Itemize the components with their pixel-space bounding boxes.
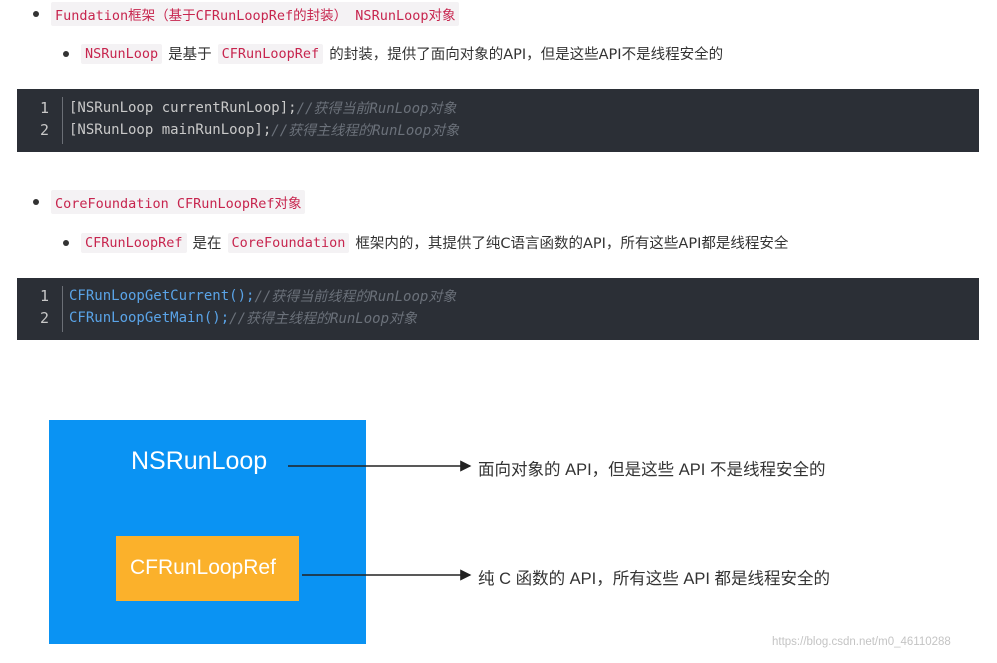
code-text: [NSRunLoop mainRunLoop]; (69, 122, 272, 138)
code-text: CFRunLoopGetMain(); (69, 310, 230, 326)
section1-heading: Fundation框架（基于CFRunLoopRef的封装） NSRunLoop… (33, 2, 460, 26)
bullet-icon (63, 239, 69, 246)
section1-heading-code: Fundation框架（基于CFRunLoopRef的封装） NSRunLoop… (51, 2, 460, 26)
code-text: [NSRunLoop currentRunLoop]; (69, 100, 297, 116)
inline-code: CoreFoundation (227, 232, 350, 253)
cfrunloopref-description: 纯 C 函数的 API，所有这些 API 都是线程安全的 (478, 570, 831, 588)
line-number: 1 (39, 99, 49, 117)
code-comment: //获得主线程的RunLoop对象 (229, 311, 418, 327)
section2-heading: CoreFoundation CFRunLoopRef对象 (33, 190, 306, 214)
section1-subitem: NSRunLoop 是基于 CFRunLoopRef 的封装，提供了面向对象的A… (63, 43, 723, 64)
body-text: 是基于 (168, 47, 212, 63)
code-block: 1 CFRunLoopGetCurrent(); //获得当前线程的RunLoo… (17, 278, 979, 340)
code-line: 1 [NSRunLoop currentRunLoop]; //获得当前RunL… (17, 97, 979, 119)
code-comment: //获得当前线程的RunLoop对象 (254, 289, 457, 305)
cfrunloopref-label: CFRunLoopRef (130, 556, 276, 579)
body-text: 的封装，提供了面向对象的API，但是这些API不是线程安全的 (329, 47, 724, 63)
inline-code: CFRunLoopRef (217, 43, 324, 64)
line-number: 2 (39, 309, 49, 327)
nsrunloop-label: NSRunLoop (131, 447, 268, 475)
line-number: 2 (39, 121, 49, 139)
nsrunloop-description: 面向对象的 API，但是这些 API 不是线程安全的 (478, 461, 826, 479)
code-line: 2 [NSRunLoop mainRunLoop]; //获得主线程的RunLo… (17, 119, 979, 141)
code-text: CFRunLoopGetCurrent(); (69, 288, 255, 304)
line-number: 1 (39, 287, 49, 305)
watermark: https://blog.csdn.net/m0_46110288 (772, 636, 951, 648)
code-block: 1 [NSRunLoop currentRunLoop]; //获得当前RunL… (17, 89, 979, 152)
body-text: 是在 (192, 236, 222, 252)
inline-code: CFRunLoopRef (81, 232, 187, 253)
section2-subitem: CFRunLoopRef 是在 CoreFoundation 框架内的，其提供了… (63, 232, 788, 253)
code-line: 2 CFRunLoopGetMain(); //获得主线程的RunLoop对象 (17, 307, 979, 329)
code-line: 1 CFRunLoopGetCurrent(); //获得当前线程的RunLoo… (17, 285, 979, 307)
bullet-icon (63, 50, 69, 57)
section2-heading-code: CoreFoundation CFRunLoopRef对象 (51, 190, 306, 214)
bullet-icon (33, 11, 39, 17)
body-text: 框架内的，其提供了纯C语言函数的API，所有这些API都是线程安全 (355, 236, 789, 252)
code-comment: //获得主线程的RunLoop对象 (271, 123, 460, 139)
inline-code: NSRunLoop (81, 43, 163, 64)
bullet-icon (33, 199, 39, 205)
code-comment: //获得当前RunLoop对象 (296, 101, 457, 117)
